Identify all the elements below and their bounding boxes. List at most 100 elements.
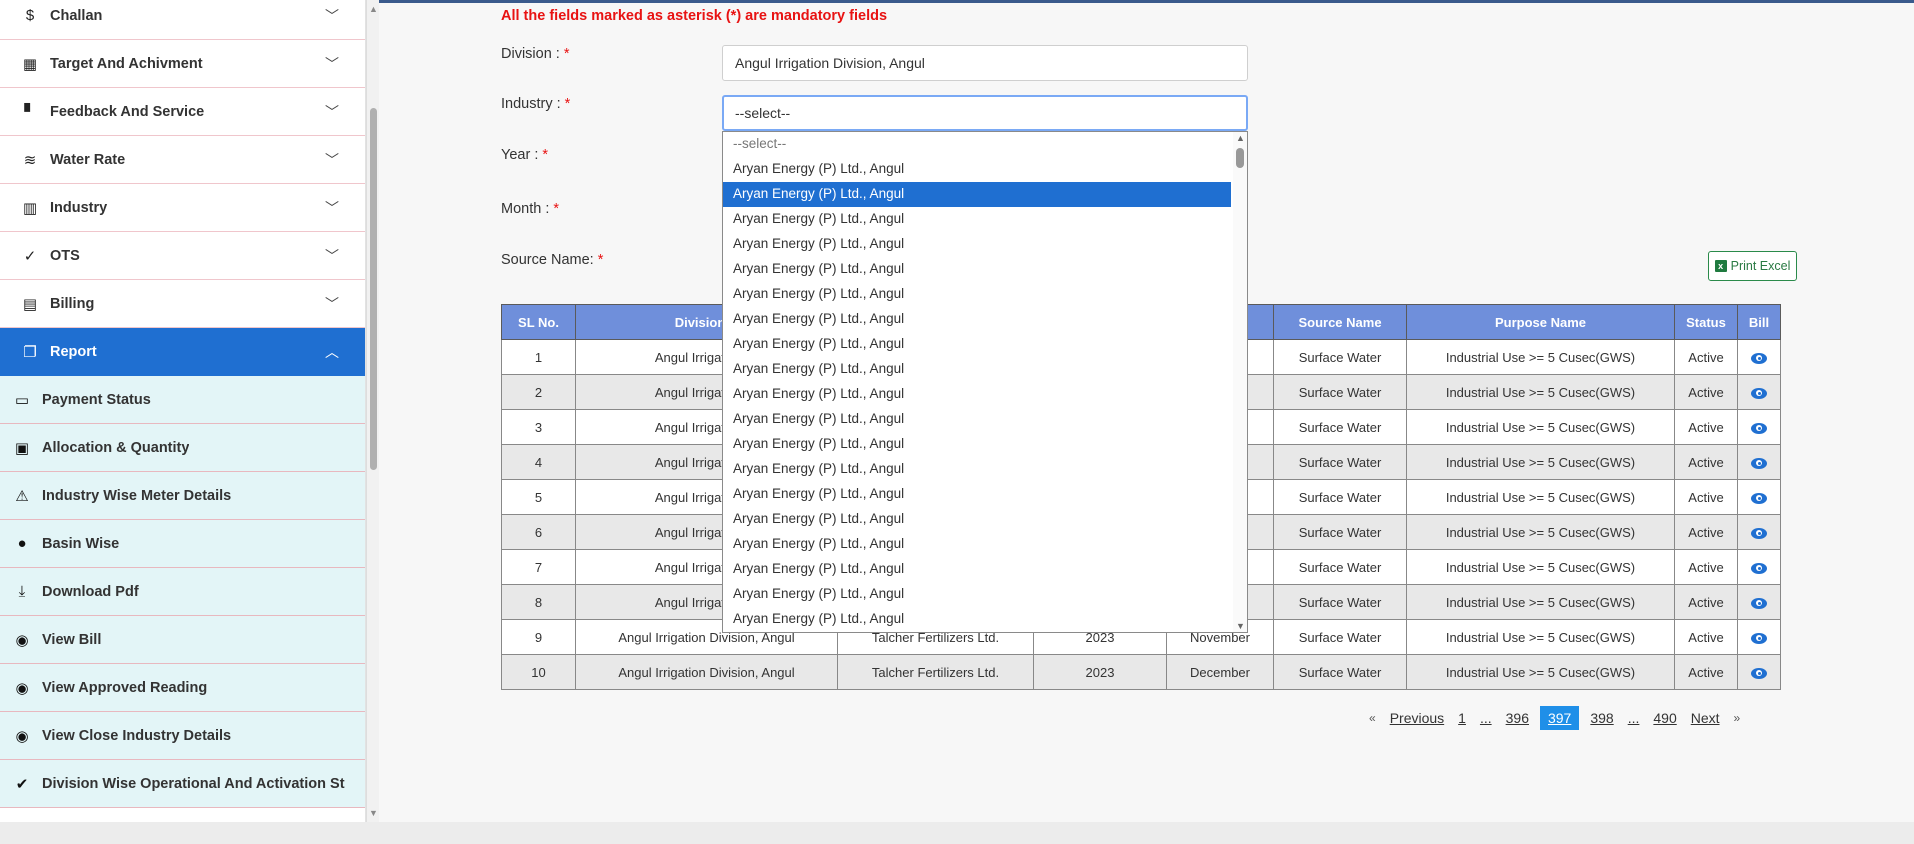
view-bill-eye-icon[interactable] bbox=[1751, 492, 1767, 504]
chevron-down-icon[interactable]: ﹀ bbox=[320, 6, 344, 26]
view-bill-eye-icon[interactable] bbox=[1751, 422, 1767, 434]
submenu-item-label: Payment Status bbox=[42, 391, 151, 408]
prev-arrow-icon[interactable]: « bbox=[1369, 711, 1376, 725]
view-bill-eye-icon[interactable] bbox=[1751, 527, 1767, 539]
view-bill-eye-icon[interactable] bbox=[1751, 387, 1767, 399]
dropdown-option[interactable]: Aryan Energy (P) Ltd., Angul bbox=[723, 232, 1247, 257]
sidebar-item-feedback-and-service[interactable]: ▘ Feedback And Service ﹀ bbox=[0, 88, 365, 136]
dropdown-option[interactable]: Aryan Energy (P) Ltd., Angul bbox=[723, 257, 1247, 282]
calendar-icon: ▦ bbox=[22, 55, 38, 73]
chevron-down-icon[interactable]: ﹀ bbox=[320, 54, 344, 74]
dropdown-scroll-down-icon[interactable]: ▼ bbox=[1236, 621, 1245, 631]
table-cell: Talcher Fertilizers Ltd. bbox=[837, 654, 1034, 690]
page-link[interactable]: ... bbox=[1628, 710, 1640, 726]
page-link[interactable]: 1 bbox=[1458, 710, 1466, 726]
dropdown-scroll-up-icon[interactable]: ▲ bbox=[1236, 133, 1245, 143]
submenu-item-payment-status[interactable]: ▭ Payment Status bbox=[0, 376, 365, 424]
table-cell: Surface Water bbox=[1273, 479, 1407, 515]
table-cell: 4 bbox=[501, 444, 576, 480]
view-bill-eye-icon[interactable] bbox=[1751, 597, 1767, 609]
dropdown-option[interactable]: Aryan Energy (P) Ltd., Angul bbox=[723, 307, 1247, 332]
sidebar-item-ots[interactable]: ✓ OTS ﹀ bbox=[0, 232, 365, 280]
chevron-down-icon[interactable]: ﹀ bbox=[320, 198, 344, 218]
dropdown-option[interactable]: Aryan Energy (P) Ltd., Angul bbox=[723, 382, 1247, 407]
dropdown-option[interactable]: Aryan Energy (P) Ltd., Angul bbox=[723, 157, 1247, 182]
sidebar-item-water-rate[interactable]: ≋ Water Rate ﹀ bbox=[0, 136, 365, 184]
sidebar-item-industry[interactable]: ▥ Industry ﹀ bbox=[0, 184, 365, 232]
submenu-item-basin-wise[interactable]: ● Basin Wise bbox=[0, 520, 365, 568]
bill-cell bbox=[1737, 584, 1781, 620]
next-page-link[interactable]: Next bbox=[1691, 710, 1720, 726]
view-bill-eye-icon[interactable] bbox=[1751, 562, 1767, 574]
page-link[interactable]: 396 bbox=[1506, 710, 1529, 726]
industry-select[interactable]: --select-- bbox=[722, 95, 1248, 131]
submenu-item-download-pdf[interactable]: ⤓ Download Pdf bbox=[0, 568, 365, 616]
table-cell: 10 bbox=[501, 654, 576, 690]
submenu-item-division-wise-operational-and-activation-st[interactable]: ✔ Division Wise Operational And Activatio… bbox=[0, 760, 365, 808]
chevron-up-icon[interactable]: ︿ bbox=[320, 342, 344, 362]
dropdown-option[interactable]: Aryan Energy (P) Ltd., Angul bbox=[723, 407, 1247, 432]
dropdown-option[interactable]: Aryan Energy (P) Ltd., Angul bbox=[723, 207, 1247, 232]
dropdown-option[interactable]: Aryan Energy (P) Ltd., Angul bbox=[723, 357, 1247, 382]
dropdown-option[interactable]: Aryan Energy (P) Ltd., Angul bbox=[723, 282, 1247, 307]
next-arrow-icon[interactable]: » bbox=[1734, 711, 1741, 725]
sidebar-item-target-and-achivment[interactable]: ▦ Target And Achivment ﹀ bbox=[0, 40, 365, 88]
chevron-down-icon[interactable]: ﹀ bbox=[320, 102, 344, 122]
dropdown-scrollbar[interactable]: ▲ ▼ bbox=[1233, 132, 1247, 632]
sidebar-item-label: Feedback And Service bbox=[50, 103, 205, 120]
view-bill-eye-icon[interactable] bbox=[1751, 667, 1767, 679]
dropdown-scroll-thumb[interactable] bbox=[1236, 148, 1244, 168]
dropdown-option[interactable]: Aryan Energy (P) Ltd., Angul bbox=[723, 432, 1247, 457]
view-bill-eye-icon[interactable] bbox=[1751, 457, 1767, 469]
dropdown-option[interactable]: Aryan Energy (P) Ltd., Angul bbox=[723, 532, 1247, 557]
previous-page-link[interactable]: Previous bbox=[1390, 710, 1444, 726]
view-bill-eye-icon[interactable] bbox=[1751, 632, 1767, 644]
chevron-down-icon[interactable]: ﹀ bbox=[320, 294, 344, 314]
page-link[interactable]: 490 bbox=[1653, 710, 1676, 726]
submenu-item-view-approved-reading[interactable]: ◉ View Approved Reading bbox=[0, 664, 365, 712]
main-content: All the fields marked as asterisk (*) ar… bbox=[380, 3, 1914, 822]
table-cell: Active bbox=[1674, 654, 1738, 690]
dropdown-option[interactable]: Aryan Energy (P) Ltd., Angul bbox=[723, 332, 1247, 357]
table-cell: 3 bbox=[501, 409, 576, 445]
chevron-down-icon[interactable]: ﹀ bbox=[320, 150, 344, 170]
division-field[interactable]: Angul Irrigation Division, Angul bbox=[722, 45, 1248, 81]
table-cell: Industrial Use >= 5 Cusec(GWS) bbox=[1406, 479, 1675, 515]
dropdown-option[interactable]: Aryan Energy (P) Ltd., Angul bbox=[723, 632, 1247, 633]
scrollbar-thumb[interactable] bbox=[370, 108, 377, 470]
table-cell: Industrial Use >= 5 Cusec(GWS) bbox=[1406, 339, 1675, 375]
dropdown-option[interactable]: Aryan Energy (P) Ltd., Angul bbox=[723, 482, 1247, 507]
column-header: SL No. bbox=[501, 304, 576, 340]
table-cell: Surface Water bbox=[1273, 339, 1407, 375]
view-bill-eye-icon[interactable] bbox=[1751, 352, 1767, 364]
submenu-item-label: Industry Wise Meter Details bbox=[42, 487, 232, 504]
dropdown-option[interactable]: --select-- bbox=[723, 132, 1247, 157]
current-page[interactable]: 397 bbox=[1539, 706, 1580, 730]
scroll-up-arrow-icon[interactable]: ▲ bbox=[369, 4, 378, 14]
bill-cell bbox=[1737, 374, 1781, 410]
submenu-item-industry-wise-meter-details[interactable]: ⚠ Industry Wise Meter Details bbox=[0, 472, 365, 520]
dropdown-option[interactable]: Aryan Energy (P) Ltd., Angul bbox=[723, 557, 1247, 582]
submenu-item-allocation-quantity[interactable]: ▣ Allocation & Quantity bbox=[0, 424, 365, 472]
sidebar-scrollbar[interactable]: ▲ ▼ bbox=[366, 0, 379, 822]
sidebar-item-billing[interactable]: ▤ Billing ﹀ bbox=[0, 280, 365, 328]
page-link[interactable]: ... bbox=[1480, 710, 1492, 726]
chevron-down-icon[interactable]: ﹀ bbox=[320, 246, 344, 266]
mandatory-note: All the fields marked as asterisk (*) ar… bbox=[501, 8, 888, 24]
dropdown-option[interactable]: Aryan Energy (P) Ltd., Angul bbox=[723, 607, 1247, 632]
submenu-item-view-bill[interactable]: ◉ View Bill bbox=[0, 616, 365, 664]
page-link[interactable]: 398 bbox=[1590, 710, 1613, 726]
sidebar-item-report[interactable]: ❐ Report ︿ bbox=[0, 328, 365, 376]
table-cell: Active bbox=[1674, 374, 1738, 410]
dropdown-option[interactable]: Aryan Energy (P) Ltd., Angul bbox=[723, 582, 1247, 607]
sidebar-item-challan[interactable]: $ Challan ﹀ bbox=[0, 0, 365, 40]
dropdown-option[interactable]: Aryan Energy (P) Ltd., Angul bbox=[723, 507, 1247, 532]
table-cell: Active bbox=[1674, 444, 1738, 480]
print-excel-button[interactable]: x Print Excel bbox=[1708, 251, 1797, 281]
scroll-down-arrow-icon[interactable]: ▼ bbox=[369, 808, 378, 818]
bill-cell bbox=[1737, 444, 1781, 480]
submenu-item-view-close-industry-details[interactable]: ◉ View Close Industry Details bbox=[0, 712, 365, 760]
dropdown-option-highlighted[interactable]: Aryan Energy (P) Ltd., Angul bbox=[723, 182, 1231, 207]
industry-dropdown-list[interactable]: --select-- Aryan Energy (P) Ltd., Angul Ar… bbox=[722, 131, 1248, 633]
dropdown-option[interactable]: Aryan Energy (P) Ltd., Angul bbox=[723, 457, 1247, 482]
